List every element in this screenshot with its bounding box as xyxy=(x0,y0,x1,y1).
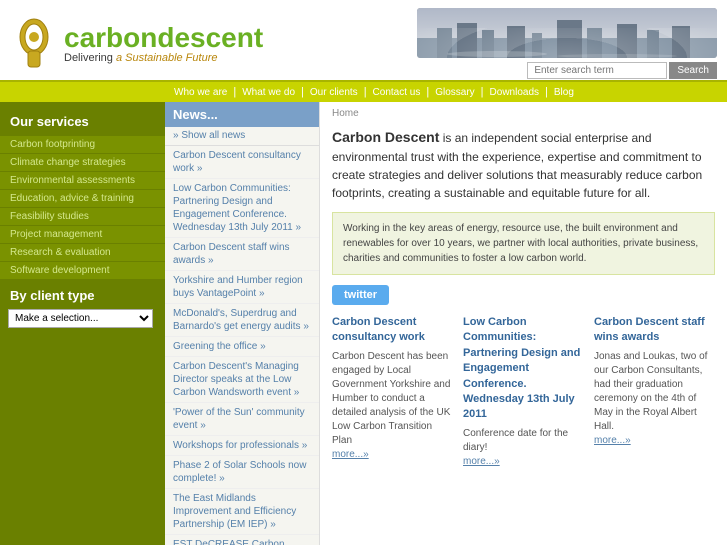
logo-carbon: carbon xyxy=(64,22,157,53)
sidebar-services-title: Our services xyxy=(0,110,165,135)
search-button[interactable]: Search xyxy=(669,62,717,79)
news-item-10[interactable]: The East Midlands Improvement and Effici… xyxy=(165,489,319,535)
sidebar-item-environmental[interactable]: Environmental assessments xyxy=(0,172,165,189)
nav-glossary[interactable]: Glossary xyxy=(431,87,478,98)
nav-sep-2: | xyxy=(301,86,304,98)
news-cards: Carbon Descent consultancy work Carbon D… xyxy=(332,315,715,469)
intro-text: Carbon Descent is an independent social … xyxy=(332,127,715,202)
news-card-1-more[interactable]: more...» xyxy=(463,456,500,467)
news-item-8[interactable]: Workshops for professionals » xyxy=(165,436,319,456)
sidebar: Our services Carbon footprinting Climate… xyxy=(0,102,165,545)
news-card-0-title: Carbon Descent consultancy work xyxy=(332,315,453,346)
sidebar-item-climate-change[interactable]: Climate change strategies xyxy=(0,154,165,171)
news-item-4[interactable]: McDonald's, Superdrug and Barnardo's get… xyxy=(165,304,319,337)
news-item-11[interactable]: EST DeCREASE Carbon Reduction Analysis » xyxy=(165,535,319,545)
logo-text: carbondescent Delivering a Sustainable F… xyxy=(64,24,263,64)
sidebar-item-research[interactable]: Research & evaluation xyxy=(0,244,165,261)
city-image xyxy=(417,8,717,58)
news-card-1-body: Conference date for the diary! xyxy=(463,427,584,455)
news-card-1: Low Carbon Communities: Partnering Desig… xyxy=(463,315,584,469)
show-all-news-link[interactable]: » Show all news xyxy=(165,127,319,146)
logo-tagline: Delivering a Sustainable Future xyxy=(64,52,263,64)
nav-downloads[interactable]: Downloads xyxy=(486,87,543,98)
news-card-0-more[interactable]: more...» xyxy=(332,449,369,460)
sidebar-client-type-title: By client type xyxy=(0,280,165,307)
sidebar-item-education[interactable]: Education, advice & training xyxy=(0,190,165,207)
main: Our services Carbon footprinting Climate… xyxy=(0,102,727,545)
news-item-3[interactable]: Yorkshire and Humber region buys Vantage… xyxy=(165,271,319,304)
logo-descent: descent xyxy=(157,22,263,53)
content: Home Carbon Descent is an independent so… xyxy=(320,102,727,545)
news-column: News... » Show all news Carbon Descent c… xyxy=(165,102,320,545)
news-header: News... xyxy=(165,102,319,127)
news-card-2-more[interactable]: more...» xyxy=(594,435,631,446)
twitter-button[interactable]: twitter xyxy=(332,285,389,305)
nav-bar: Who we are | What we do | Our clients | … xyxy=(0,80,727,102)
brand-name: Carbon Descent xyxy=(332,129,439,145)
nav-contact-us[interactable]: Contact us xyxy=(369,87,425,98)
news-item-1[interactable]: Low Carbon Communities: Partnering Desig… xyxy=(165,179,319,238)
client-type-select[interactable]: Make a selection... xyxy=(8,309,153,328)
nav-who-we-are[interactable]: Who we are xyxy=(170,87,231,98)
sidebar-item-software[interactable]: Software development xyxy=(0,262,165,279)
logo-icon xyxy=(12,17,56,72)
news-item-9[interactable]: Phase 2 of Solar Schools now complete! » xyxy=(165,456,319,489)
logo-area: carbondescent Delivering a Sustainable F… xyxy=(12,17,263,72)
working-box: Working in the key areas of energy, reso… xyxy=(332,212,715,275)
news-card-2-body: Jonas and Loukas, two of our Carbon Cons… xyxy=(594,350,715,434)
breadcrumb: Home xyxy=(332,108,715,119)
news-item-5[interactable]: Greening the office » xyxy=(165,337,319,357)
nav-what-we-do[interactable]: What we do xyxy=(238,87,299,98)
sidebar-item-project[interactable]: Project management xyxy=(0,226,165,243)
news-card-2: Carbon Descent staff wins awards Jonas a… xyxy=(594,315,715,469)
search-bar: Search xyxy=(527,62,717,79)
news-card-0-body: Carbon Descent has been engaged by Local… xyxy=(332,350,453,448)
nav-sep-4: | xyxy=(426,86,429,98)
header: carbondescent Delivering a Sustainable F… xyxy=(0,0,727,80)
news-item-0[interactable]: Carbon Descent consultancy work » xyxy=(165,146,319,179)
search-input[interactable] xyxy=(527,62,667,79)
sidebar-item-carbon-footprinting[interactable]: Carbon footprinting xyxy=(0,136,165,153)
news-card-2-title: Carbon Descent staff wins awards xyxy=(594,315,715,346)
news-item-6[interactable]: Carbon Descent's Managing Director speak… xyxy=(165,357,319,403)
header-right: Search xyxy=(417,8,717,79)
nav-sep-5: | xyxy=(481,86,484,98)
logo-name: carbondescent xyxy=(64,24,263,52)
news-card-1-title: Low Carbon Communities: Partnering Desig… xyxy=(463,315,584,423)
news-item-7[interactable]: 'Power of the Sun' community event » xyxy=(165,403,319,436)
news-item-2[interactable]: Carbon Descent staff wins awards » xyxy=(165,238,319,271)
nav-blog[interactable]: Blog xyxy=(550,87,578,98)
nav-sep-1: | xyxy=(233,86,236,98)
nav-sep-3: | xyxy=(364,86,367,98)
news-card-0: Carbon Descent consultancy work Carbon D… xyxy=(332,315,453,469)
sidebar-item-feasibility[interactable]: Feasibility studies xyxy=(0,208,165,225)
nav-our-clients[interactable]: Our clients xyxy=(306,87,362,98)
nav-sep-6: | xyxy=(545,86,548,98)
